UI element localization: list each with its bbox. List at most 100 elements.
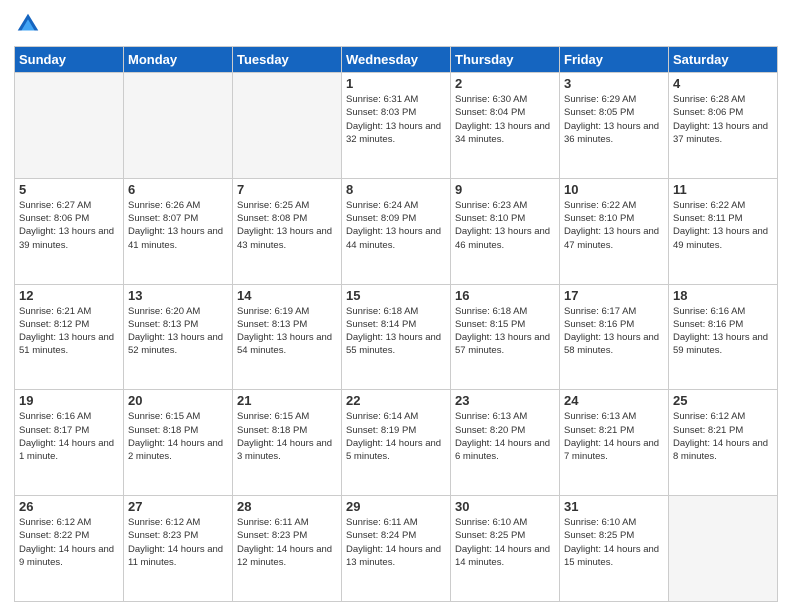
- day-number: 19: [19, 393, 119, 408]
- day-cell: 10 Sunrise: 6:22 AM Sunset: 8:10 PM Dayli…: [560, 178, 669, 284]
- day-number: 13: [128, 288, 228, 303]
- day-cell: [15, 73, 124, 179]
- day-cell: 27 Sunrise: 6:12 AM Sunset: 8:23 PM Dayli…: [124, 496, 233, 602]
- day-cell: 24 Sunrise: 6:13 AM Sunset: 8:21 PM Dayli…: [560, 390, 669, 496]
- day-cell: 20Sunrise: 6:15 AM Sunset: 8:18 PM Dayli…: [124, 390, 233, 496]
- day-number: 23: [455, 393, 555, 408]
- day-number: 18: [673, 288, 773, 303]
- day-number: 31: [564, 499, 664, 514]
- day-number: 26: [19, 499, 119, 514]
- week-row-2: 12 Sunrise: 6:21 AM Sunset: 8:12 PM Dayli…: [15, 284, 778, 390]
- day-number: 11: [673, 182, 773, 197]
- day-number: 30: [455, 499, 555, 514]
- day-cell: 13 Sunrise: 6:20 AM Sunset: 8:13 PM Dayli…: [124, 284, 233, 390]
- day-info: Sunrise: 6:16 AM Sunset: 8:16 PM Dayligh…: [673, 305, 773, 358]
- page: SundayMondayTuesdayWednesdayThursdayFrid…: [0, 0, 792, 612]
- day-number: 7: [237, 182, 337, 197]
- day-number: 29: [346, 499, 446, 514]
- day-info: Sunrise: 6:17 AM Sunset: 8:16 PM Dayligh…: [564, 305, 664, 358]
- day-number: 3: [564, 76, 664, 91]
- day-info: Sunrise: 6:14 AM Sunset: 8:19 PM Dayligh…: [346, 410, 446, 463]
- day-cell: 9Sunrise: 6:23 AM Sunset: 8:10 PM Daylig…: [451, 178, 560, 284]
- day-info: Sunrise: 6:13 AM Sunset: 8:20 PM Dayligh…: [455, 410, 555, 463]
- logo: [14, 10, 46, 38]
- day-info: Sunrise: 6:19 AM Sunset: 8:13 PM Dayligh…: [237, 305, 337, 358]
- day-info: Sunrise: 6:24 AM Sunset: 8:09 PM Dayligh…: [346, 199, 446, 252]
- day-info: Sunrise: 6:31 AM Sunset: 8:03 PM Dayligh…: [346, 93, 446, 146]
- day-info: Sunrise: 6:22 AM Sunset: 8:11 PM Dayligh…: [673, 199, 773, 252]
- day-cell: [669, 496, 778, 602]
- day-info: Sunrise: 6:13 AM Sunset: 8:21 PM Dayligh…: [564, 410, 664, 463]
- week-row-4: 26 Sunrise: 6:12 AM Sunset: 8:22 PM Dayli…: [15, 496, 778, 602]
- day-info: Sunrise: 6:27 AM Sunset: 8:06 PM Dayligh…: [19, 199, 119, 252]
- day-number: 25: [673, 393, 773, 408]
- day-info: Sunrise: 6:12 AM Sunset: 8:21 PM Dayligh…: [673, 410, 773, 463]
- day-cell: 29 Sunrise: 6:11 AM Sunset: 8:24 PM Dayli…: [342, 496, 451, 602]
- day-info: Sunrise: 6:12 AM Sunset: 8:23 PM Dayligh…: [128, 516, 228, 569]
- day-number: 17: [564, 288, 664, 303]
- day-info: Sunrise: 6:30 AM Sunset: 8:04 PM Dayligh…: [455, 93, 555, 146]
- day-info: Sunrise: 6:18 AM Sunset: 8:15 PM Dayligh…: [455, 305, 555, 358]
- day-cell: 23 Sunrise: 6:13 AM Sunset: 8:20 PM Dayli…: [451, 390, 560, 496]
- day-info: Sunrise: 6:21 AM Sunset: 8:12 PM Dayligh…: [19, 305, 119, 358]
- col-header-friday: Friday: [560, 47, 669, 73]
- day-info: Sunrise: 6:29 AM Sunset: 8:05 PM Dayligh…: [564, 93, 664, 146]
- day-number: 16: [455, 288, 555, 303]
- day-info: Sunrise: 6:25 AM Sunset: 8:08 PM Dayligh…: [237, 199, 337, 252]
- week-row-3: 19 Sunrise: 6:16 AM Sunset: 8:17 PM Dayli…: [15, 390, 778, 496]
- day-cell: 1 Sunrise: 6:31 AM Sunset: 8:03 PM Daylig…: [342, 73, 451, 179]
- col-header-sunday: Sunday: [15, 47, 124, 73]
- day-number: 9: [455, 182, 555, 197]
- day-cell: 30Sunrise: 6:10 AM Sunset: 8:25 PM Dayli…: [451, 496, 560, 602]
- day-cell: 28Sunrise: 6:11 AM Sunset: 8:23 PM Dayli…: [233, 496, 342, 602]
- calendar-body: 1 Sunrise: 6:31 AM Sunset: 8:03 PM Daylig…: [15, 73, 778, 602]
- day-number: 15: [346, 288, 446, 303]
- col-header-tuesday: Tuesday: [233, 47, 342, 73]
- day-cell: 19 Sunrise: 6:16 AM Sunset: 8:17 PM Dayli…: [15, 390, 124, 496]
- day-number: 1: [346, 76, 446, 91]
- day-cell: 22 Sunrise: 6:14 AM Sunset: 8:19 PM Dayli…: [342, 390, 451, 496]
- day-info: Sunrise: 6:11 AM Sunset: 8:24 PM Dayligh…: [346, 516, 446, 569]
- day-number: 5: [19, 182, 119, 197]
- day-number: 20: [128, 393, 228, 408]
- calendar-header: SundayMondayTuesdayWednesdayThursdayFrid…: [15, 47, 778, 73]
- day-cell: 21Sunrise: 6:15 AM Sunset: 8:18 PM Dayli…: [233, 390, 342, 496]
- day-number: 10: [564, 182, 664, 197]
- calendar-table: SundayMondayTuesdayWednesdayThursdayFrid…: [14, 46, 778, 602]
- day-info: Sunrise: 6:20 AM Sunset: 8:13 PM Dayligh…: [128, 305, 228, 358]
- header: [14, 10, 778, 38]
- header-row: SundayMondayTuesdayWednesdayThursdayFrid…: [15, 47, 778, 73]
- day-number: 2: [455, 76, 555, 91]
- logo-icon: [14, 10, 42, 38]
- day-number: 27: [128, 499, 228, 514]
- day-cell: 3 Sunrise: 6:29 AM Sunset: 8:05 PM Daylig…: [560, 73, 669, 179]
- day-number: 14: [237, 288, 337, 303]
- day-cell: 15 Sunrise: 6:18 AM Sunset: 8:14 PM Dayli…: [342, 284, 451, 390]
- day-number: 4: [673, 76, 773, 91]
- week-row-0: 1 Sunrise: 6:31 AM Sunset: 8:03 PM Daylig…: [15, 73, 778, 179]
- col-header-monday: Monday: [124, 47, 233, 73]
- day-cell: 4 Sunrise: 6:28 AM Sunset: 8:06 PM Daylig…: [669, 73, 778, 179]
- day-cell: 8 Sunrise: 6:24 AM Sunset: 8:09 PM Daylig…: [342, 178, 451, 284]
- col-header-wednesday: Wednesday: [342, 47, 451, 73]
- day-number: 12: [19, 288, 119, 303]
- day-cell: [124, 73, 233, 179]
- day-info: Sunrise: 6:28 AM Sunset: 8:06 PM Dayligh…: [673, 93, 773, 146]
- day-info: Sunrise: 6:12 AM Sunset: 8:22 PM Dayligh…: [19, 516, 119, 569]
- day-cell: [233, 73, 342, 179]
- day-info: Sunrise: 6:18 AM Sunset: 8:14 PM Dayligh…: [346, 305, 446, 358]
- col-header-saturday: Saturday: [669, 47, 778, 73]
- day-cell: 11 Sunrise: 6:22 AM Sunset: 8:11 PM Dayli…: [669, 178, 778, 284]
- day-cell: 7 Sunrise: 6:25 AM Sunset: 8:08 PM Daylig…: [233, 178, 342, 284]
- day-cell: 14 Sunrise: 6:19 AM Sunset: 8:13 PM Dayli…: [233, 284, 342, 390]
- day-cell: 17 Sunrise: 6:17 AM Sunset: 8:16 PM Dayli…: [560, 284, 669, 390]
- day-number: 22: [346, 393, 446, 408]
- day-cell: 12 Sunrise: 6:21 AM Sunset: 8:12 PM Dayli…: [15, 284, 124, 390]
- day-number: 21: [237, 393, 337, 408]
- day-info: Sunrise: 6:16 AM Sunset: 8:17 PM Dayligh…: [19, 410, 119, 463]
- day-number: 8: [346, 182, 446, 197]
- day-cell: 16 Sunrise: 6:18 AM Sunset: 8:15 PM Dayli…: [451, 284, 560, 390]
- day-number: 24: [564, 393, 664, 408]
- day-info: Sunrise: 6:22 AM Sunset: 8:10 PM Dayligh…: [564, 199, 664, 252]
- week-row-1: 5 Sunrise: 6:27 AM Sunset: 8:06 PM Daylig…: [15, 178, 778, 284]
